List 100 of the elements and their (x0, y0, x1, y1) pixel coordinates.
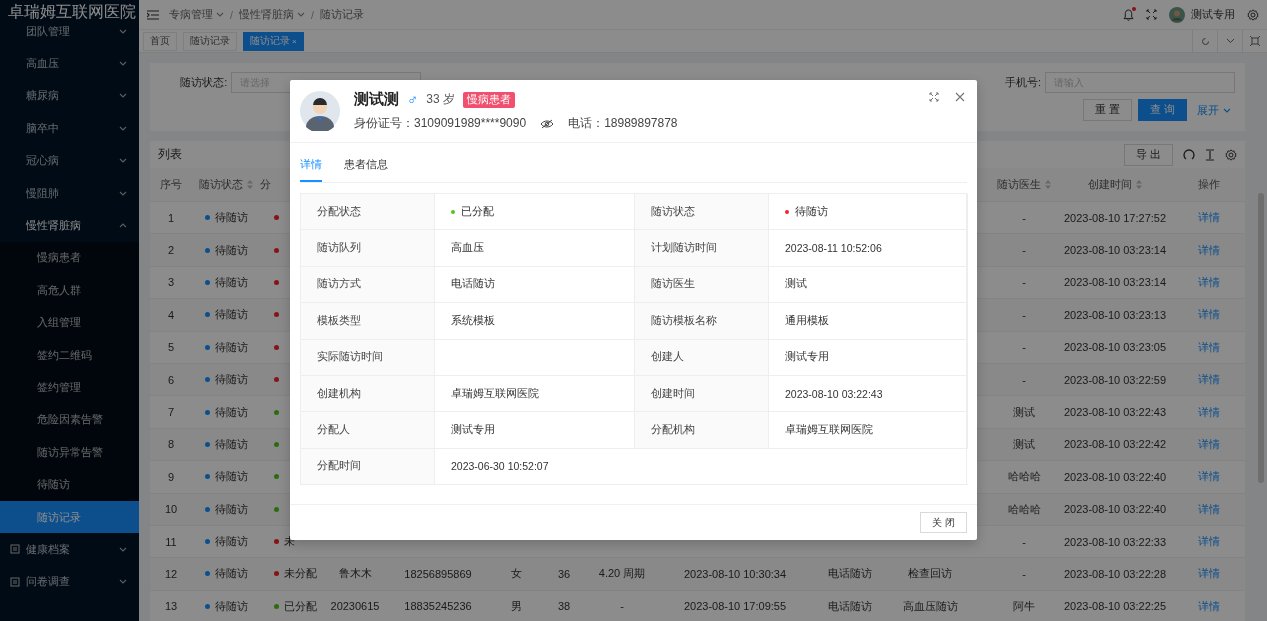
sidebar-item[interactable]: 脑卒中 (0, 112, 139, 145)
page-tab[interactable]: 随访记录 × (243, 31, 304, 51)
sidebar-item[interactable]: 随访异常告警 (0, 436, 139, 469)
status-text: 待随访 (214, 210, 248, 226)
sidebar-item[interactable]: 高血压 (0, 47, 139, 80)
expand-icon[interactable] (1250, 36, 1260, 46)
status-text: 待随访 (214, 307, 248, 323)
table-cell-text: 36 (556, 568, 572, 580)
detail-tab[interactable]: 患者信息 (344, 158, 388, 182)
sidebar-item[interactable]: 慢性肾脏病 (0, 209, 139, 242)
breadcrumb-separator: / (230, 8, 233, 21)
details-link[interactable]: 详情 (1197, 307, 1220, 323)
details-link[interactable]: 详情 (1197, 436, 1220, 452)
details-link[interactable]: 详情 (1197, 598, 1220, 614)
table-cell-text: 5 (166, 341, 176, 354)
column-header: 操作 (1196, 177, 1221, 192)
sidebar-item[interactable]: 糖尿病 (0, 79, 139, 113)
sidebar-item[interactable]: 高危人群 (0, 274, 139, 307)
settings-icon[interactable] (1225, 148, 1237, 161)
status-text: 待随访 (214, 501, 248, 517)
status-text: 待随访 (214, 598, 248, 614)
sidebar-item[interactable]: 慢病患者 (0, 241, 139, 275)
breadcrumb-link[interactable]: 慢性肾脏病 (238, 7, 305, 22)
close-button[interactable]: 关 闭 (920, 512, 967, 533)
detail-value: 通用模板 (769, 303, 968, 340)
detail-tab[interactable]: 详情 (300, 158, 322, 182)
patient-tag: 慢病患者 (462, 91, 515, 108)
sidebar-item[interactable]: 冠心病 (0, 144, 139, 177)
status-text: 待随访 (214, 566, 248, 582)
details-link[interactable]: 详情 (1197, 339, 1220, 355)
detail-label: 随访队列 (301, 230, 435, 267)
breadcrumb-link[interactable]: 随访记录 (319, 7, 364, 22)
sidebar-item[interactable]: 问卷调查 (0, 565, 139, 599)
table-cell-text: 1 (166, 211, 176, 224)
details-link[interactable]: 详情 (1197, 469, 1220, 485)
detail-value: 2023-06-30 10:52:07 (435, 448, 968, 486)
avatar-icon[interactable] (1169, 6, 1185, 23)
detail-label: 创建时间 (635, 375, 769, 413)
details-link[interactable]: 详情 (1197, 404, 1220, 420)
table-cell-text: - (1021, 276, 1027, 289)
sidebar-item[interactable]: 签约二维码 (0, 338, 139, 372)
chevron-down-icon (296, 12, 305, 17)
sidebar-item[interactable]: 签约管理 (0, 371, 139, 404)
reset-button[interactable]: 重 置 (1083, 99, 1133, 121)
page-tab[interactable]: 随访记录 (183, 31, 237, 51)
sidebar-item[interactable]: 慢阻肺 (0, 176, 139, 210)
breadcrumb-link[interactable]: 专病管理 (169, 7, 224, 22)
settings-icon[interactable] (1247, 8, 1259, 21)
status-text: 待随访 (214, 436, 248, 452)
table-cell-text: 12 (163, 568, 179, 580)
fullscreen-icon[interactable] (1146, 9, 1157, 20)
chevron-down-icon (119, 546, 127, 552)
table-cell-text: 11 (164, 535, 178, 548)
status-text: 待随访 (214, 534, 248, 550)
chevron-down-icon[interactable] (1225, 38, 1235, 44)
details-link[interactable]: 详情 (1197, 210, 1220, 226)
column-height-icon[interactable] (1205, 148, 1215, 161)
column-header: 创建时间 (1088, 177, 1132, 192)
table-cell-text: 2023-08-10 03:22:28 (1062, 568, 1168, 580)
detail-label: 随访模板名称 (635, 303, 769, 340)
bell-icon[interactable] (1123, 8, 1134, 21)
status-text: 待随访 (214, 372, 248, 388)
table-cell-text: 测试 (1012, 436, 1036, 452)
refresh-icon[interactable] (1200, 36, 1210, 46)
user-name[interactable]: 测试专用 (1191, 7, 1235, 22)
document-icon (10, 544, 20, 555)
details-link[interactable]: 详情 (1197, 501, 1220, 517)
menu-icon[interactable] (147, 9, 159, 20)
table-cell-text: - (1021, 535, 1027, 548)
status-text: 待随访 (214, 404, 248, 420)
sidebar-item[interactable]: 待随访 (0, 468, 139, 501)
sidebar-item[interactable]: 随访记录 (0, 500, 139, 534)
eye-slash-icon[interactable] (540, 118, 555, 129)
table-cell-text: 2023-08-10 10:30:34 (682, 568, 788, 580)
scrollbar-thumb[interactable] (1258, 193, 1264, 483)
sidebar-item[interactable]: 健康档案 (0, 533, 139, 566)
fullscreen-icon[interactable] (929, 92, 939, 102)
table-cell-text: 18256895869 (403, 568, 473, 580)
expand-link[interactable]: 展开 (1197, 102, 1231, 118)
table-cell-text: 2023-08-10 03:22:33 (1062, 535, 1168, 548)
details-link[interactable]: 详情 (1197, 534, 1220, 550)
details-link[interactable]: 详情 (1197, 274, 1220, 290)
page-tab[interactable]: 首页 (143, 31, 177, 51)
detail-value: 待随访 (795, 204, 828, 219)
list-title: 列表 (158, 146, 182, 163)
search-button[interactable]: 查 询 (1138, 99, 1187, 121)
table-cell-text: 2023-08-10 03:22:59 (1062, 373, 1168, 386)
table-cell-text: - (1021, 244, 1027, 257)
close-icon[interactable] (955, 92, 965, 102)
table-cell-text: 2023-08-10 17:27:52 (1062, 211, 1168, 224)
sidebar-item[interactable]: 危险因素告警 (0, 403, 139, 437)
column-header: 分 (260, 177, 272, 192)
details-link[interactable]: 详情 (1197, 566, 1220, 582)
detail-value: 卓瑞姆互联网医院 (769, 412, 968, 449)
refresh-icon[interactable] (1183, 148, 1195, 161)
detail-label: 分配时间 (301, 448, 435, 486)
details-link[interactable]: 详情 (1197, 372, 1220, 388)
details-link[interactable]: 详情 (1197, 242, 1220, 258)
export-button[interactable]: 导 出 (1124, 143, 1173, 166)
sidebar-item[interactable]: 入组管理 (0, 306, 139, 339)
